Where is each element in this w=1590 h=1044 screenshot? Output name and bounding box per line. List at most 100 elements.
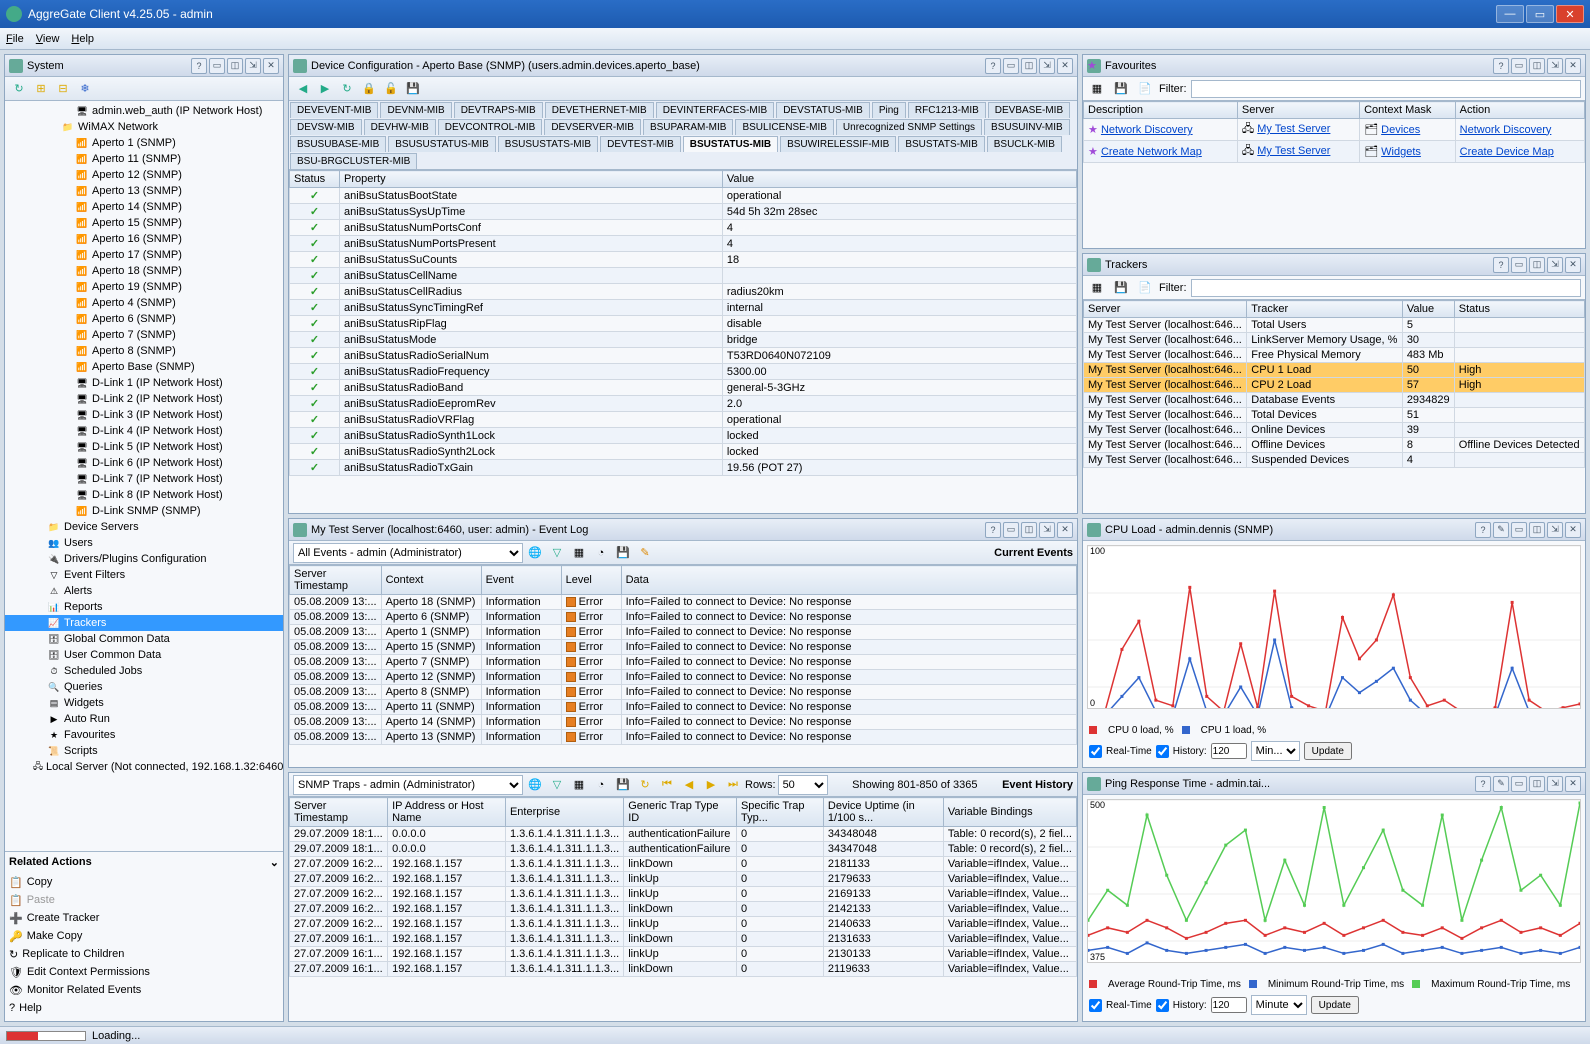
table-row[interactable]: My Test Server (localhost:646...CPU 1 Lo… — [1084, 363, 1585, 378]
table-row[interactable]: ✓aniBsuStatusRadioSynth2Locklocked — [290, 444, 1077, 460]
table-row[interactable]: My Test Server (localhost:646...Free Phy… — [1084, 348, 1585, 363]
tab-devinterfaces-mib[interactable]: DEVINTERFACES-MIB — [656, 102, 774, 118]
refresh-icon[interactable]: ↻ — [635, 775, 655, 795]
tree-item[interactable]: 📈Trackers — [5, 615, 283, 631]
detach-icon[interactable]: ◫ — [1021, 58, 1037, 74]
pin-icon[interactable]: ⇲ — [245, 58, 261, 74]
table-row[interactable]: My Test Server (localhost:646...Online D… — [1084, 423, 1585, 438]
tab-ping[interactable]: Ping — [872, 102, 906, 118]
tab-bsuclk-mib[interactable]: BSUCLK-MIB — [987, 136, 1062, 152]
tree-item[interactable]: 🗄User Common Data — [5, 647, 283, 663]
tree-item[interactable]: 📜Scripts — [5, 743, 283, 759]
tree-item[interactable]: 📶Aperto 18 (SNMP) — [5, 263, 283, 279]
help-icon[interactable]: ? — [1493, 58, 1509, 74]
col-server[interactable]: Server — [1237, 102, 1359, 119]
help-icon[interactable]: ? — [191, 58, 207, 74]
help-icon[interactable]: ? — [985, 522, 1001, 538]
pin-icon[interactable]: ⇲ — [1547, 58, 1563, 74]
save-icon[interactable]: 💾 — [613, 543, 633, 563]
close-icon[interactable]: ✕ — [1057, 58, 1073, 74]
globe-icon[interactable]: 🌐 — [525, 543, 545, 563]
tab-bsu-brgcluster-mib[interactable]: BSU-BRGCLUSTER-MIB — [290, 153, 417, 169]
tree-item[interactable]: 🖥D-Link 5 (IP Network Host) — [5, 439, 283, 455]
table-row[interactable]: My Test Server (localhost:646...Suspende… — [1084, 453, 1585, 468]
tab-bsustatus-mib[interactable]: BSUSTATUS-MIB — [683, 136, 778, 152]
table-row[interactable]: My Test Server (localhost:646...LinkServ… — [1084, 333, 1585, 348]
pin-icon[interactable]: ⇲ — [1039, 522, 1055, 538]
restore-icon[interactable]: ▭ — [1511, 58, 1527, 74]
table-row[interactable]: ✓aniBsuStatusSuCounts18 — [290, 252, 1077, 268]
tree-item[interactable]: 🖥D-Link 3 (IP Network Host) — [5, 407, 283, 423]
grid-icon[interactable]: ▦ — [569, 543, 589, 563]
help-icon[interactable]: ? — [985, 58, 1001, 74]
tab-bsusustatus-mib[interactable]: BSUSUSTATUS-MIB — [388, 136, 496, 152]
maximize-button[interactable]: ▭ — [1526, 5, 1554, 23]
close-icon[interactable]: ✕ — [263, 58, 279, 74]
tree-item[interactable]: 📶D-Link SNMP (SNMP) — [5, 503, 283, 519]
unlock-icon[interactable]: 🔓 — [381, 79, 401, 99]
tree-item[interactable]: 📶Aperto 16 (SNMP) — [5, 231, 283, 247]
tree-item[interactable]: 🖧Local Server (Not connected, 192.168.1.… — [5, 759, 283, 775]
col-value[interactable]: Value — [722, 171, 1076, 188]
restore-icon[interactable]: ▭ — [1511, 257, 1527, 273]
globe-icon[interactable]: 🌐 — [525, 775, 545, 795]
col-header[interactable]: Variable Bindings — [943, 798, 1076, 827]
tab-bsuparam-mib[interactable]: BSUPARAM-MIB — [643, 119, 734, 135]
col-server[interactable]: Server — [1084, 301, 1247, 318]
tree-item[interactable]: 🔌Drivers/Plugins Configuration — [5, 551, 283, 567]
pin-icon[interactable]: ⇲ — [1547, 776, 1563, 792]
tab-bsustats-mib[interactable]: BSUSTATS-MIB — [898, 136, 984, 152]
expand-icon[interactable]: ⊞ — [31, 79, 51, 99]
table-row[interactable]: 05.08.2009 13:...Aperto 18 (SNMP)Informa… — [290, 595, 1077, 610]
history-value-input[interactable] — [1211, 997, 1247, 1013]
tree-item[interactable]: 📶Aperto 7 (SNMP) — [5, 327, 283, 343]
tree-item[interactable]: 🔍Queries — [5, 679, 283, 695]
col-header[interactable]: Generic Trap Type ID — [624, 798, 737, 827]
table-row[interactable]: ✓aniBsuStatusRadioVRFlagoperational — [290, 412, 1077, 428]
table-row[interactable]: 27.07.2009 16:1...192.168.1.1571.3.6.1.4… — [290, 947, 1077, 962]
menu-file[interactable]: File — [6, 33, 24, 45]
col-header[interactable]: IP Address or Host Name — [388, 798, 506, 827]
restore-icon[interactable]: ▭ — [1003, 58, 1019, 74]
tab-devethernet-mib[interactable]: DEVETHERNET-MIB — [545, 102, 654, 118]
table-row[interactable]: 29.07.2009 18:1...0.0.0.01.3.6.1.4.1.311… — [290, 842, 1077, 857]
detach-icon[interactable]: ◫ — [1021, 522, 1037, 538]
help-icon[interactable]: ? — [1493, 257, 1509, 273]
pie-icon[interactable]: ◔ — [591, 775, 611, 795]
tree-item[interactable]: ⏱Scheduled Jobs — [5, 663, 283, 679]
table-row[interactable]: 05.08.2009 13:...Aperto 8 (SNMP)Informat… — [290, 685, 1077, 700]
table-row[interactable]: 05.08.2009 13:...Aperto 12 (SNMP)Informa… — [290, 670, 1077, 685]
tree-item[interactable]: ▶Auto Run — [5, 711, 283, 727]
save-icon[interactable]: 💾 — [403, 79, 423, 99]
table-row[interactable]: ✓aniBsuStatusRadioEepromRev2.0 — [290, 396, 1077, 412]
forward-icon[interactable]: ▶ — [315, 79, 335, 99]
tab-devstatus-mib[interactable]: DEVSTATUS-MIB — [776, 102, 870, 118]
table-row[interactable]: ✓aniBsuStatusRadioTxGain19.56 (POT 27) — [290, 460, 1077, 476]
history-checkbox[interactable] — [1156, 999, 1169, 1012]
tab-devnm-mib[interactable]: DEVNM-MIB — [380, 102, 451, 118]
fav-mask-link[interactable]: Widgets — [1381, 146, 1421, 158]
detach-icon[interactable]: ◫ — [1529, 776, 1545, 792]
last-icon[interactable]: ⏭ — [723, 775, 743, 795]
table-row[interactable]: My Test Server (localhost:646...Total De… — [1084, 408, 1585, 423]
filter-input[interactable] — [1191, 279, 1582, 297]
tab-devbase-mib[interactable]: DEVBASE-MIB — [988, 102, 1070, 118]
table-row[interactable]: ✓aniBsuStatusCellName — [290, 268, 1077, 284]
action-add[interactable]: ➕Create Tracker — [9, 909, 279, 927]
action-perm[interactable]: 🛡Edit Context Permissions — [9, 963, 279, 981]
table-row[interactable]: 05.08.2009 13:...Aperto 1 (SNMP)Informat… — [290, 625, 1077, 640]
grid-icon[interactable]: ▦ — [1087, 278, 1107, 298]
table-row[interactable]: 27.07.2009 16:2...192.168.1.1571.3.6.1.4… — [290, 872, 1077, 887]
update-button[interactable]: Update — [1311, 996, 1359, 1014]
funnel-icon[interactable]: ▽ — [547, 543, 567, 563]
col-status[interactable]: Status — [290, 171, 340, 188]
table-row[interactable]: 29.07.2009 18:1...0.0.0.01.3.6.1.4.1.311… — [290, 827, 1077, 842]
close-button[interactable]: ✕ — [1556, 5, 1584, 23]
table-row[interactable]: ✓aniBsuStatusRadioFrequency5300.00 — [290, 364, 1077, 380]
fav-action-link[interactable]: Create Device Map — [1460, 146, 1554, 158]
unit-select[interactable]: Min... — [1251, 741, 1300, 761]
table-row[interactable]: ✓aniBsuStatusCellRadiusradius20km — [290, 284, 1077, 300]
tree-item[interactable]: 🖥admin.web_auth (IP Network Host) — [5, 103, 283, 119]
first-icon[interactable]: ⏮ — [657, 775, 677, 795]
tree-item[interactable]: 📶Aperto 11 (SNMP) — [5, 151, 283, 167]
